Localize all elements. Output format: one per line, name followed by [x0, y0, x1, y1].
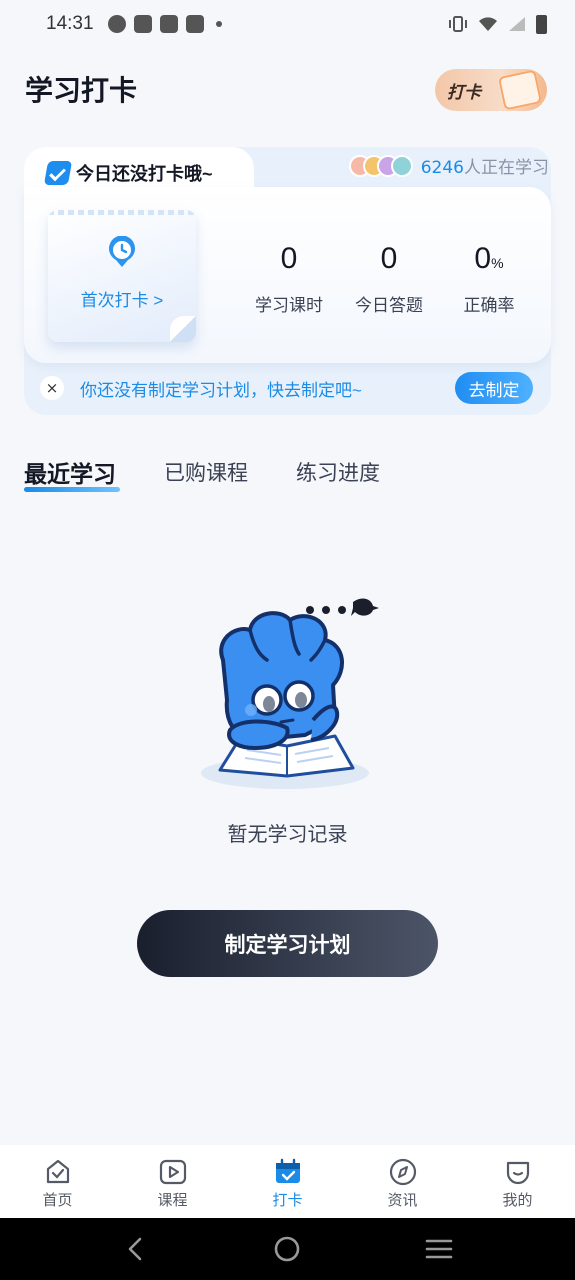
checkin-card: 今日还没打卡哦~ 6246人正在学习 首次打卡 > 0 学习课时 0 今日答题 … [24, 147, 551, 415]
recents-menu-icon[interactable] [424, 1234, 454, 1264]
profile-icon [506, 1161, 529, 1185]
first-checkin-button[interactable]: 首次打卡 > [48, 210, 196, 342]
avatar-stack [348, 154, 413, 177]
notification-icon [159, 15, 178, 33]
stat-label: 今日答题 [355, 296, 423, 315]
stat-label: 学习课时 [255, 296, 323, 315]
first-checkin-label: 首次打卡 > [80, 291, 164, 310]
notification-icons [107, 15, 222, 33]
system-status [448, 14, 547, 34]
clock-pin-icon [109, 236, 135, 267]
home-icon [46, 1159, 69, 1184]
nav-label: 首页 [42, 1192, 73, 1209]
nav-label: 课程 [157, 1192, 188, 1209]
stat-accuracy: 0% 正确率 [439, 239, 539, 316]
signal-icon [509, 17, 525, 31]
stats-row: 0 学习课时 0 今日答题 0% 正确率 [239, 239, 539, 316]
nav-item-news[interactable]: 资讯 [345, 1145, 460, 1218]
wifi-icon [479, 17, 497, 31]
more-notifications-icon [215, 21, 222, 27]
learners-suffix: 人正在学习 [464, 158, 549, 178]
tab-label: 已购课程 [164, 462, 248, 485]
plan-notice: × 你还没有制定学习计划，快去制定吧~ 去制定 [24, 365, 551, 411]
nav-label: 我的 [502, 1192, 533, 1209]
tab-active-indicator [24, 487, 120, 492]
nav-label: 资讯 [387, 1192, 418, 1209]
stat-today-answers: 0 今日答题 [339, 239, 439, 316]
nav-item-checkin[interactable]: 打卡 [230, 1145, 345, 1218]
empty-reading-mascot-illustration [201, 598, 379, 789]
make-study-plan-button[interactable]: 制定学习计划 [137, 910, 438, 977]
card-title-row: 今日还没打卡哦~ [43, 160, 213, 186]
play-icon [159, 1159, 186, 1185]
tab-label: 最近学习 [24, 461, 116, 487]
learners-count: 6246 [420, 158, 464, 178]
tab-recent-study[interactable]: 最近学习 [24, 455, 120, 492]
system-nav-bar [0, 1218, 575, 1280]
go-make-plan-button[interactable]: 去制定 [455, 372, 533, 404]
tab-label: 练习进度 [296, 462, 380, 485]
close-icon[interactable]: × [40, 376, 64, 400]
card-title: 今日还没打卡哦~ [76, 164, 213, 184]
battery-icon [536, 14, 547, 34]
vibrate-icon [449, 16, 467, 32]
checkin-badge-button[interactable]: 打卡 [435, 69, 547, 111]
tab-purchased-courses[interactable]: 已购课程 [164, 455, 248, 489]
stat-value: 0% [474, 242, 504, 275]
status-bar: 14:31 [0, 0, 575, 48]
calendar-check-icon [275, 1158, 300, 1183]
stat-study-hours: 0 学习课时 [239, 239, 339, 316]
nav-label: 打卡 [272, 1192, 303, 1209]
bottom-nav: 首页 课程 打卡 资讯 我的 [0, 1145, 575, 1218]
empty-state-text: 暂无学习记录 [227, 824, 348, 846]
header: 学习打卡 打卡 [0, 55, 575, 125]
nav-item-home[interactable]: 首页 [0, 1145, 115, 1218]
compass-icon [389, 1158, 416, 1186]
speed-icon [107, 15, 126, 33]
stat-value: 0 [280, 242, 298, 275]
study-tabs: 最近学习 已购课程 练习进度 [24, 455, 380, 492]
plan-notice-text: 你还没有制定学习计划，快去制定吧~ [80, 380, 362, 400]
learners-indicator: 6246人正在学习 [348, 153, 549, 178]
avatar [390, 154, 413, 177]
page-title: 学习打卡 [25, 75, 138, 106]
status-time: 14:31 [46, 13, 94, 34]
calendar-decoration-icon [497, 69, 543, 111]
note-check-icon [43, 161, 73, 185]
learners-text: 6246人正在学习 [421, 153, 549, 178]
checkin-badge-label: 打卡 [447, 82, 481, 103]
tab-practice-progress[interactable]: 练习进度 [296, 455, 380, 489]
home-circle-icon[interactable] [272, 1234, 302, 1264]
back-icon[interactable] [121, 1234, 151, 1264]
stat-label: 正确率 [463, 296, 515, 315]
nav-item-profile[interactable]: 我的 [460, 1145, 575, 1218]
stat-value: 0 [380, 242, 398, 275]
nav-item-courses[interactable]: 课程 [115, 1145, 230, 1218]
notification-icon [133, 15, 152, 33]
notification-icon [185, 15, 204, 33]
